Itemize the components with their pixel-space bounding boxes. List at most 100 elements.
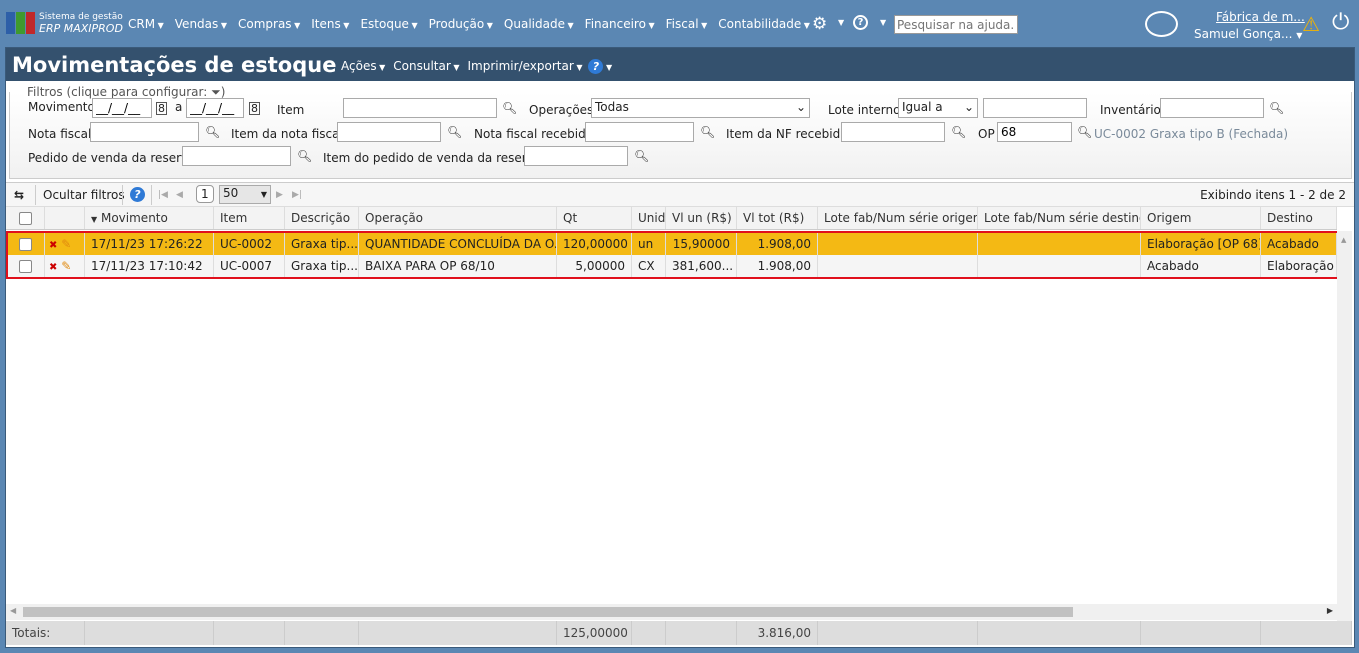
nota-fiscal-input[interactable] [90, 122, 199, 142]
op-input[interactable] [997, 122, 1072, 142]
inventario-input[interactable] [1160, 98, 1264, 118]
item-nota-input[interactable] [337, 122, 441, 142]
operacoes-label: Operações [529, 103, 594, 117]
chevron-down-icon[interactable]: ▼ [838, 18, 844, 27]
user-menu[interactable]: Samuel Gonça... ▼ [1194, 27, 1302, 41]
operacoes-select[interactable]: Todas ⌄ [591, 98, 810, 118]
menu-estoque[interactable]: Estoque [360, 17, 417, 31]
col-origem[interactable]: Origem [1141, 207, 1261, 229]
help-icon[interactable]: ? [588, 59, 604, 74]
scroll-right-icon[interactable]: ▶ [1327, 606, 1333, 615]
scroll-left-icon[interactable]: ◀ [10, 606, 16, 615]
search-icon[interactable]: 🔍︎ [297, 149, 312, 163]
last-page-icon[interactable]: ▶| [292, 190, 302, 200]
scrollbar-thumb[interactable] [23, 607, 1073, 617]
date-to-input[interactable] [186, 98, 244, 118]
gear-icon[interactable]: ⚙ [812, 14, 827, 34]
company-link[interactable]: Fábrica de m... [1216, 10, 1305, 24]
vertical-scrollbar[interactable]: ▲ [1337, 231, 1352, 621]
chevron-down-icon[interactable]: ▼ [880, 18, 886, 27]
search-icon[interactable]: 🔍︎ [502, 101, 517, 115]
pedido-label: Pedido de venda da reserva [28, 151, 196, 165]
menu-fiscal[interactable]: Fiscal [666, 17, 708, 31]
date-from-input[interactable] [92, 98, 152, 118]
col-unid[interactable]: Unid [632, 207, 666, 229]
lote-operator-select[interactable]: Igual a ⌄ [898, 98, 978, 118]
horizontal-scrollbar[interactable]: ◀ ▶ [6, 604, 1337, 620]
lote-label: Lote interno [828, 103, 901, 117]
col-item[interactable]: Item [214, 207, 285, 229]
menu-consultar[interactable]: Consultar [393, 59, 459, 74]
item-input[interactable] [343, 98, 497, 118]
col-label: Movimento [100, 211, 168, 225]
nota-fiscal-label: Nota fiscal [28, 127, 92, 141]
col-lote-destino[interactable]: Lote fab/Num série destino [978, 207, 1141, 229]
page-number-input[interactable]: 1 [196, 185, 214, 203]
col-qt[interactable]: Qt [557, 207, 632, 229]
refresh-icon[interactable]: ⇆ [14, 188, 24, 202]
chevron-down-icon: ▼ [260, 190, 267, 199]
col-vl-tot[interactable]: Vl tot (R$) [737, 207, 818, 229]
item-pedido-label: Item do pedido de venda da reserva [323, 151, 542, 165]
menu-imprimir-exportar[interactable]: Imprimir/exportar [468, 59, 583, 74]
menu-producao[interactable]: Produção [429, 17, 493, 31]
menu-crm[interactable]: CRM [128, 17, 164, 31]
col-destino[interactable]: Destino [1261, 207, 1337, 229]
menu-contabilidade[interactable]: Contabilidade [718, 17, 810, 31]
col-lote-origem[interactable]: Lote fab/Num série origem [818, 207, 978, 229]
date-sep: a [175, 100, 183, 114]
hide-filters-button[interactable]: Ocultar filtros [43, 188, 125, 202]
logo-icon[interactable] [6, 12, 35, 34]
inventario-label: Inventário [1100, 103, 1161, 117]
operacoes-value: Todas [595, 100, 629, 114]
help-icon[interactable]: ? [853, 15, 868, 30]
search-icon[interactable]: 🔍︎ [447, 125, 462, 139]
item-label: Item [277, 103, 305, 117]
menu-compras[interactable]: Compras [238, 17, 300, 31]
main-panel: Movimentações de estoque Ações Consultar… [5, 47, 1355, 648]
pedido-input[interactable] [182, 146, 291, 166]
menu-financeiro[interactable]: Financeiro [585, 17, 655, 31]
calendar-icon[interactable]: 8 [249, 102, 260, 115]
page-title: Movimentações de estoque [12, 53, 337, 77]
first-page-icon[interactable]: |◀ [158, 190, 168, 200]
search-icon[interactable]: 🔍︎ [700, 125, 715, 139]
lote-operator-value: Igual a [902, 100, 943, 114]
select-all-checkbox[interactable] [18, 212, 32, 225]
page-size-select[interactable]: 50 ▼ [219, 185, 271, 204]
filters-legend-label: Filtros (clique para configurar: [27, 85, 208, 99]
next-page-icon[interactable]: ▶ [276, 190, 283, 200]
help-icon[interactable]: ? [130, 187, 145, 202]
item-pedido-input[interactable] [524, 146, 628, 166]
search-icon[interactable]: 🔍︎ [951, 125, 966, 139]
menu-itens[interactable]: Itens [311, 17, 349, 31]
menu-vendas[interactable]: Vendas [175, 17, 227, 31]
grid-toolbar: ⇆ Ocultar filtros ? |◀ ◀ 1 50 ▼ ▶ ▶| Exib… [6, 182, 1354, 207]
warning-icon[interactable]: ⚠ [1302, 12, 1320, 36]
prev-page-icon[interactable]: ◀ [176, 190, 183, 200]
col-vl-un[interactable]: Vl un (R$) [666, 207, 737, 229]
power-icon[interactable]: ⏻ [1332, 10, 1349, 35]
totals-row: Totais: 125,00000 3.816,00 [6, 621, 1352, 645]
help-search-input[interactable] [894, 15, 1018, 34]
menu-acoes[interactable]: Ações [341, 59, 385, 74]
logo-text: Sistema de gestão ERP MAXIPROD [39, 12, 123, 35]
search-icon[interactable]: 🔍︎ [1077, 125, 1092, 139]
table-header: ▼ Movimento Item Descrição Operação Qt U… [6, 207, 1337, 230]
movimento-label: Movimento [28, 100, 95, 114]
scroll-up-icon[interactable]: ▲ [1341, 236, 1346, 244]
chevron-down-icon: ⌄ [963, 100, 974, 114]
col-descricao[interactable]: Descrição [285, 207, 359, 229]
items-count: Exibindo itens 1 - 2 de 2 [1200, 188, 1346, 202]
search-icon[interactable]: 🔍︎ [634, 149, 649, 163]
lote-input[interactable] [983, 98, 1087, 118]
calendar-icon[interactable]: 8 [156, 102, 167, 115]
menu-qualidade[interactable]: Qualidade [504, 17, 574, 31]
col-operacao[interactable]: Operação [359, 207, 557, 229]
chat-icon[interactable] [1145, 11, 1178, 37]
search-icon[interactable]: 🔍︎ [205, 125, 220, 139]
item-nf-recebida-input[interactable] [841, 122, 945, 142]
nf-recebida-input[interactable] [585, 122, 694, 142]
search-icon[interactable]: 🔍︎ [1269, 101, 1284, 115]
col-movimento[interactable]: ▼ Movimento [85, 207, 214, 229]
